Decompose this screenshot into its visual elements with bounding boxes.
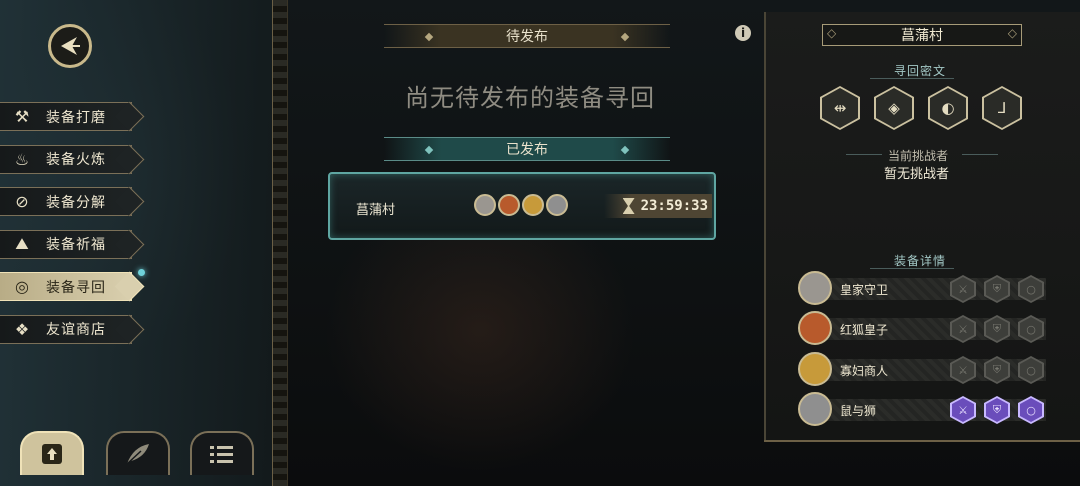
published-entry-card[interactable]: 菖蒲村 23:59:33: [328, 172, 716, 240]
entry-village-name: 菖蒲村: [356, 203, 396, 218]
hero-portrait: [798, 311, 832, 345]
armor-icon: ⛨: [986, 317, 1008, 341]
published-banner: 已发布: [384, 137, 670, 161]
flame-icon: ♨: [14, 149, 30, 169]
left-panel-border: [272, 0, 288, 486]
hero-name: 皇家守卫: [840, 283, 889, 297]
diamond-ornament: [620, 32, 630, 42]
target-icon: ◎: [15, 277, 29, 296]
sword-icon: ⚔: [952, 277, 974, 301]
upload-icon: [42, 444, 62, 464]
prayer-icon: ⛰: [15, 234, 29, 253]
menu-item-friendship-shop[interactable]: ❖ 友谊商店: [0, 314, 132, 344]
ring-icon: ○: [1020, 358, 1042, 382]
sword-icon: ⚔: [952, 317, 974, 341]
sword-icon: ⚔: [952, 398, 974, 422]
hero-portrait: [798, 271, 832, 305]
armor-icon: ⛨: [986, 277, 1008, 301]
hero-row[interactable]: 红狐皇子 ⚔ ⛨ ○: [798, 311, 1046, 345]
divider: [870, 268, 954, 269]
back-arrow-icon: [61, 37, 80, 55]
feather-icon: [126, 444, 149, 465]
ring-icon: ○: [1020, 398, 1042, 422]
menu-item-label: 装备火炼: [46, 152, 106, 168]
detail-panel-bottom-edge: [764, 425, 1080, 442]
cipher-section-title: 寻回密文: [894, 64, 947, 78]
hourglass-icon: [622, 198, 635, 214]
timer-value: 23:59:33: [640, 198, 708, 214]
armor-icon: ⛨: [986, 358, 1008, 382]
list-icon: [210, 446, 233, 463]
hero-name: 鼠与狮: [840, 404, 877, 418]
upload-tab-button[interactable]: [20, 431, 84, 475]
divider: [870, 78, 954, 79]
armor-icon: ⛨: [986, 398, 1008, 422]
menu-item-disassemble[interactable]: ⊘ 装备分解: [0, 187, 132, 216]
menu-item-label: 装备分解: [46, 194, 106, 211]
list-tab-button[interactable]: [190, 431, 254, 475]
cipher-symbol-icon: ◈: [876, 88, 912, 128]
pending-label: 待发布: [506, 29, 548, 45]
back-button[interactable]: [48, 24, 92, 68]
fox-icon: ❖: [14, 319, 30, 339]
village-title: 菖蒲村: [822, 24, 1022, 46]
divider: [846, 154, 882, 155]
hero-row[interactable]: 寡妇商人 ⚔ ⛨ ○: [798, 352, 1046, 386]
cipher-symbol-icon: ⅃: [984, 88, 1020, 128]
entry-hero-avatars: [474, 194, 568, 216]
hammer-icon: ⚒: [14, 107, 30, 126]
menu-item-polish[interactable]: ⚒ 装备打磨: [0, 102, 132, 131]
hero-row[interactable]: 鼠与狮 ⚔ ⛨ ○: [798, 392, 1046, 426]
side-menu: ⚒ 装备打磨 ♨ 装备火炼 ⊘ 装备分解 ⛰ 装备祈福 ◎ 装备寻回 ❖ 友谊商…: [0, 102, 145, 357]
split-icon: ⊘: [15, 192, 29, 211]
ring-icon: ○: [1020, 277, 1042, 301]
empty-pending-message: 尚无待发布的装备寻回: [405, 84, 655, 112]
menu-item-blessing[interactable]: ⛰ 装备祈福: [0, 229, 132, 259]
hero-name: 寡妇商人: [840, 364, 889, 378]
cipher-glyph-3: ◐: [928, 86, 968, 130]
published-label: 已发布: [506, 142, 548, 158]
hero-avatar: [522, 194, 544, 216]
cipher-symbol-icon: ◐: [930, 88, 966, 128]
cipher-glyph-1: ⇹: [820, 86, 860, 130]
cipher-glyph-2: ◈: [874, 86, 914, 130]
info-icon[interactable]: i: [735, 25, 751, 41]
countdown-timer: 23:59:33: [604, 194, 712, 218]
menu-item-label: 装备寻回: [46, 279, 106, 296]
ring-icon: ○: [1020, 317, 1042, 341]
menu-item-label: 友谊商店: [46, 322, 106, 338]
hero-row[interactable]: 皇家守卫 ⚔ ⛨ ○: [798, 271, 1046, 305]
diamond-ornament: [620, 145, 630, 155]
challenger-label: 当前挑战者: [888, 149, 949, 163]
challenger-value: 暂无挑战者: [884, 167, 950, 182]
sword-icon: ⚔: [952, 358, 974, 382]
hero-portrait: [798, 352, 832, 386]
cipher-glyph-4: ⅃: [982, 86, 1022, 130]
menu-item-fire-forge[interactable]: ♨ 装备火炼: [0, 144, 132, 174]
diamond-ornament: [424, 32, 434, 42]
notification-dot: [138, 269, 145, 276]
hero-avatar: [498, 194, 520, 216]
details-section-title: 装备详情: [894, 254, 947, 268]
hero-avatar: [474, 194, 496, 216]
menu-item-label: 装备打磨: [46, 109, 106, 126]
menu-item-label: 装备祈福: [46, 237, 106, 253]
cipher-symbol-icon: ⇹: [822, 88, 858, 128]
hero-portrait: [798, 392, 832, 426]
pending-banner: 待发布: [384, 24, 670, 48]
divider: [962, 154, 998, 155]
menu-item-retrieve[interactable]: ◎ 装备寻回: [0, 269, 145, 301]
cipher-glyphs: ⇹ ◈ ◐ ⅃: [820, 86, 1022, 130]
feather-tab-button[interactable]: [106, 431, 170, 475]
diamond-ornament: [424, 145, 434, 155]
hero-avatar: [546, 194, 568, 216]
hero-name: 红狐皇子: [840, 323, 889, 337]
